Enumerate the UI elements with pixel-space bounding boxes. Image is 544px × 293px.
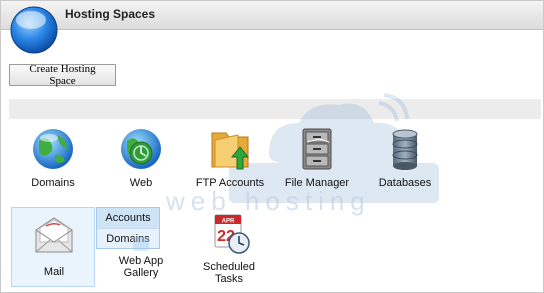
web-app-gallery-tile[interactable]: Web App Gallery	[105, 235, 177, 279]
hosting-spaces-panel: Hosting Spaces Create Hosting Space web …	[0, 0, 544, 293]
file-manager-tile[interactable]: File Manager	[279, 125, 355, 189]
file-manager-label: File Manager	[284, 177, 350, 189]
ftp-accounts-tile[interactable]: FTP Accounts	[189, 125, 271, 189]
mail-tile[interactable]: Mail	[11, 207, 95, 287]
calendar-month: APR	[222, 219, 235, 225]
panel-header: Hosting Spaces	[1, 1, 543, 30]
web-app-gallery-label-line2: Gallery	[123, 267, 159, 279]
submenu-accounts[interactable]: Accounts	[97, 208, 159, 228]
web-label: Web	[129, 177, 153, 189]
hosting-orb-icon	[10, 6, 58, 54]
calendar-clock-icon: APR 22	[214, 214, 250, 254]
web-app-gallery-label-line1: Web App	[118, 255, 164, 267]
databases-tile[interactable]: Databases	[371, 125, 439, 189]
scheduled-tasks-tile[interactable]: APR 22 Scheduled Tasks	[193, 211, 265, 285]
folder-upload-icon	[211, 132, 250, 170]
section-divider-bar	[9, 99, 541, 119]
database-icon	[392, 129, 418, 170]
web-tile[interactable]: Web	[105, 125, 177, 189]
ftp-accounts-label: FTP Accounts	[195, 177, 265, 189]
web-globe-icon	[121, 129, 161, 169]
domains-label: Domains	[31, 177, 75, 189]
panel-title: Hosting Spaces	[65, 7, 156, 21]
domains-tile[interactable]: Domains	[17, 125, 89, 189]
databases-label: Databases	[378, 177, 432, 189]
mail-tile-content: Mail	[12, 212, 96, 278]
scheduled-tasks-label-line2: Tasks	[214, 273, 244, 285]
envelope-icon	[35, 217, 73, 253]
create-hosting-space-button[interactable]: Create Hosting Space	[9, 63, 116, 87]
globe-icon	[33, 129, 73, 169]
filing-cabinet-icon	[302, 128, 332, 170]
web-app-gallery-icon	[133, 237, 149, 251]
mail-label: Mail	[43, 266, 65, 278]
scheduled-tasks-label-line1: Scheduled	[203, 261, 255, 273]
